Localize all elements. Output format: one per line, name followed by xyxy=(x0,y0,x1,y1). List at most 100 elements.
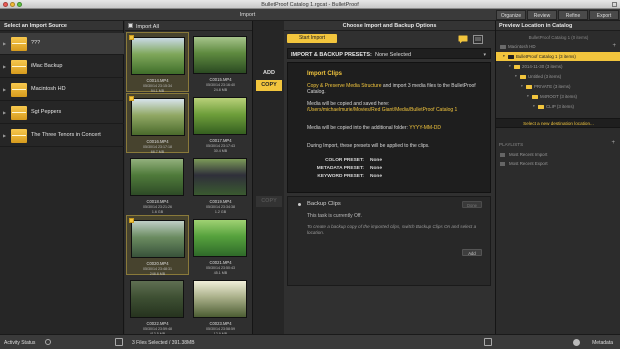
clip-thumbnail[interactable] xyxy=(193,97,247,135)
folder-icon xyxy=(520,74,526,79)
disclosure-triangle-icon[interactable]: ▾ xyxy=(515,72,517,81)
list-view-icon[interactable] xyxy=(473,35,483,44)
clip-thumbnail[interactable] xyxy=(130,158,184,196)
clip-tile[interactable]: C0022.MP405/30/14 23:59:48413.5 MB xyxy=(126,276,189,336)
source-item[interactable]: ▶ Sgt Peppers xyxy=(0,102,124,124)
fullscreen-icon[interactable] xyxy=(612,2,617,7)
clip-thumbnail[interactable] xyxy=(131,220,185,258)
import-all-checkbox[interactable] xyxy=(128,23,133,28)
clip-tile[interactable]: C0015.MP4 05/30/14 23:16:40 24.8 MB xyxy=(189,32,252,92)
add-mode-button[interactable]: ADD xyxy=(256,68,282,79)
done-button[interactable]: Done xyxy=(462,201,482,208)
catalog-tree-row[interactable]: ▾ 2014-11-30 (3 items) xyxy=(496,62,620,71)
add-folder-icon[interactable]: + xyxy=(612,42,616,51)
copy-mode-button[interactable]: COPY xyxy=(256,80,282,91)
disclosure-triangle-icon[interactable]: ▶ xyxy=(3,133,6,138)
metadata-icon[interactable] xyxy=(573,338,580,346)
source-item[interactable]: ▶ The Three Tenors in Concert xyxy=(0,125,124,147)
catalog-tree-row[interactable]: ▾ Untitled (3 items) xyxy=(496,72,620,81)
presets-note: During Import, these presets will be app… xyxy=(307,143,430,149)
source-item[interactable]: ▶ Macintosh HD xyxy=(0,79,124,101)
clip-checkbox[interactable] xyxy=(129,96,134,101)
clip-tile[interactable]: C0021.MP4 05/30/14 23:50:43 45.1 MB xyxy=(189,215,252,275)
disclosure-triangle-icon[interactable]: ▾ xyxy=(503,52,505,61)
clip-tile[interactable]: C0018.MP4 05/30/14 23:21:26 1.6 GB xyxy=(126,154,189,214)
playlist-item[interactable]: Most Recent Export xyxy=(496,160,620,168)
clip-thumbnail[interactable] xyxy=(131,98,185,136)
catalog-tree-row[interactable]: ▾ PRIVATE (3 items) xyxy=(496,82,620,91)
activity-status-label[interactable]: Activity Status xyxy=(4,340,35,346)
status-bar: Activity Status 3 Files Selected / 391.3… xyxy=(0,334,620,349)
clip-tile[interactable]: C0014.MP4 05/30/14 23:15:34 94.1 MB xyxy=(126,32,189,93)
folder-format-link[interactable]: YYYY-MM-DD xyxy=(409,125,441,131)
clip-thumbnail[interactable] xyxy=(193,280,247,318)
disclosure-triangle-icon[interactable]: ▾ xyxy=(527,92,529,101)
presets-dropdown[interactable]: IMPORT & BACKUP PRESETS: None Selected ▾ xyxy=(287,48,491,59)
playlists-label: PLAYLISTS xyxy=(499,142,524,147)
source-item-label: ??? xyxy=(31,40,41,46)
source-item[interactable]: ▶ iMac Backup xyxy=(0,56,124,78)
catalog-tree-label: Untitled (3 items) xyxy=(528,74,562,79)
clip-checkbox[interactable] xyxy=(129,218,134,223)
catalog-tree-row[interactable]: ▾ CLIP (3 items) xyxy=(496,102,620,111)
start-import-button[interactable]: Start Import xyxy=(287,34,337,43)
disclosure-triangle-icon[interactable]: ▶ xyxy=(3,41,6,46)
playlist-icon xyxy=(500,162,505,166)
disclosure-triangle-icon[interactable]: ▶ xyxy=(3,87,6,92)
clip-thumbnail[interactable] xyxy=(131,37,185,75)
clip-tile[interactable]: C0020.MP4 05/30/14 23:48:31 248.8 MB xyxy=(126,215,189,276)
clip-thumbnail[interactable] xyxy=(193,219,247,257)
activity-indicator-icon[interactable] xyxy=(45,339,51,345)
preview-toggle-icon[interactable] xyxy=(484,338,492,346)
preset-value[interactable]: None xyxy=(370,174,382,179)
tab-review[interactable]: Review xyxy=(527,10,557,20)
disclosure-triangle-icon[interactable]: ▾ xyxy=(533,102,535,111)
preset-value[interactable]: None xyxy=(370,166,382,171)
clip-tile[interactable]: C0017.MP4 05/30/14 23:17:43 30.4 MB xyxy=(189,93,252,153)
add-playlist-icon[interactable]: + xyxy=(611,140,615,146)
comment-icon[interactable] xyxy=(458,35,468,44)
copy-structure-link[interactable]: Copy & Preserve Media Structure xyxy=(307,83,381,89)
save-location-path[interactable]: /Users/michaelmurie/Movies/Red Giant/Med… xyxy=(307,107,487,113)
clip-thumbnail[interactable] xyxy=(130,280,184,318)
tab-export[interactable]: Export xyxy=(589,10,619,20)
playlist-label: Most Recent Import xyxy=(509,152,548,157)
tab-organize[interactable]: Organize xyxy=(496,10,526,20)
clip-tile[interactable]: C0016.MP4 05/30/14 23:17:18 68.7 MB xyxy=(126,93,189,154)
import-clips-heading: Import Clips xyxy=(307,71,343,77)
source-item[interactable]: ▶??? xyxy=(0,33,124,55)
catalog-tree-row[interactable]: ▾ M4ROOT (3 items) xyxy=(496,92,620,101)
import-source-panel: Select an Import Source ▶??? ▶ iMac Backup… xyxy=(0,21,124,334)
folder-icon xyxy=(532,94,538,99)
clip-checkbox[interactable] xyxy=(129,35,134,40)
catalog-tree-row[interactable]: ▾ BulletProof Catalog 1 (3 items) xyxy=(496,52,620,61)
clip-thumbnail[interactable] xyxy=(193,36,247,74)
drive-row[interactable]: Macintosh HD + xyxy=(496,42,620,51)
clip-tile[interactable]: C0019.MP4 05/30/14 23:34:38 1.2 GB xyxy=(189,154,252,214)
disclosure-triangle-icon[interactable]: ▶ xyxy=(3,64,6,69)
catalog-tree-label: M4ROOT (3 items) xyxy=(540,94,577,99)
playlist-item[interactable]: Most Recent Import xyxy=(496,151,620,159)
window-title-bar: BulletProof Catalog 1.rgcat - BulletProo… xyxy=(0,0,620,9)
disclosure-triangle-icon[interactable]: ▶ xyxy=(3,110,6,115)
preset-label: METADATA PRESET: xyxy=(316,166,364,171)
clip-tile[interactable]: C0023.MP405/30/14 23:58:5912.9 MB xyxy=(189,276,252,336)
disclosure-triangle-icon[interactable]: ▾ xyxy=(509,62,511,71)
panel-toggle-icon[interactable] xyxy=(115,338,123,346)
preview-location-panel: Preview Location in Catalog BulletProof … xyxy=(495,21,620,334)
clip-size: 1.6 GB xyxy=(151,209,164,214)
backup-toggle[interactable] xyxy=(298,203,301,206)
clip-thumbnail[interactable] xyxy=(193,158,247,196)
add-backup-location-button[interactable]: Add xyxy=(462,249,482,256)
catalog-tree-label: PRIVATE (3 items) xyxy=(534,84,571,89)
preset-value[interactable]: None xyxy=(370,158,382,163)
backup-copy-mode-button[interactable]: COPY xyxy=(256,196,282,207)
clip-name: C0022.MP4 xyxy=(146,321,169,326)
import-source-title: Select an Import Source xyxy=(0,21,123,31)
disclosure-triangle-icon[interactable]: ▾ xyxy=(521,82,523,91)
drive-icon xyxy=(11,83,27,97)
select-new-destination-button[interactable]: Select a new destination location... xyxy=(496,118,620,128)
tab-refine[interactable]: Refine xyxy=(558,10,588,20)
metadata-label[interactable]: Metadata xyxy=(592,340,613,346)
backup-hint: To create a backup copy of the imported … xyxy=(307,224,477,235)
